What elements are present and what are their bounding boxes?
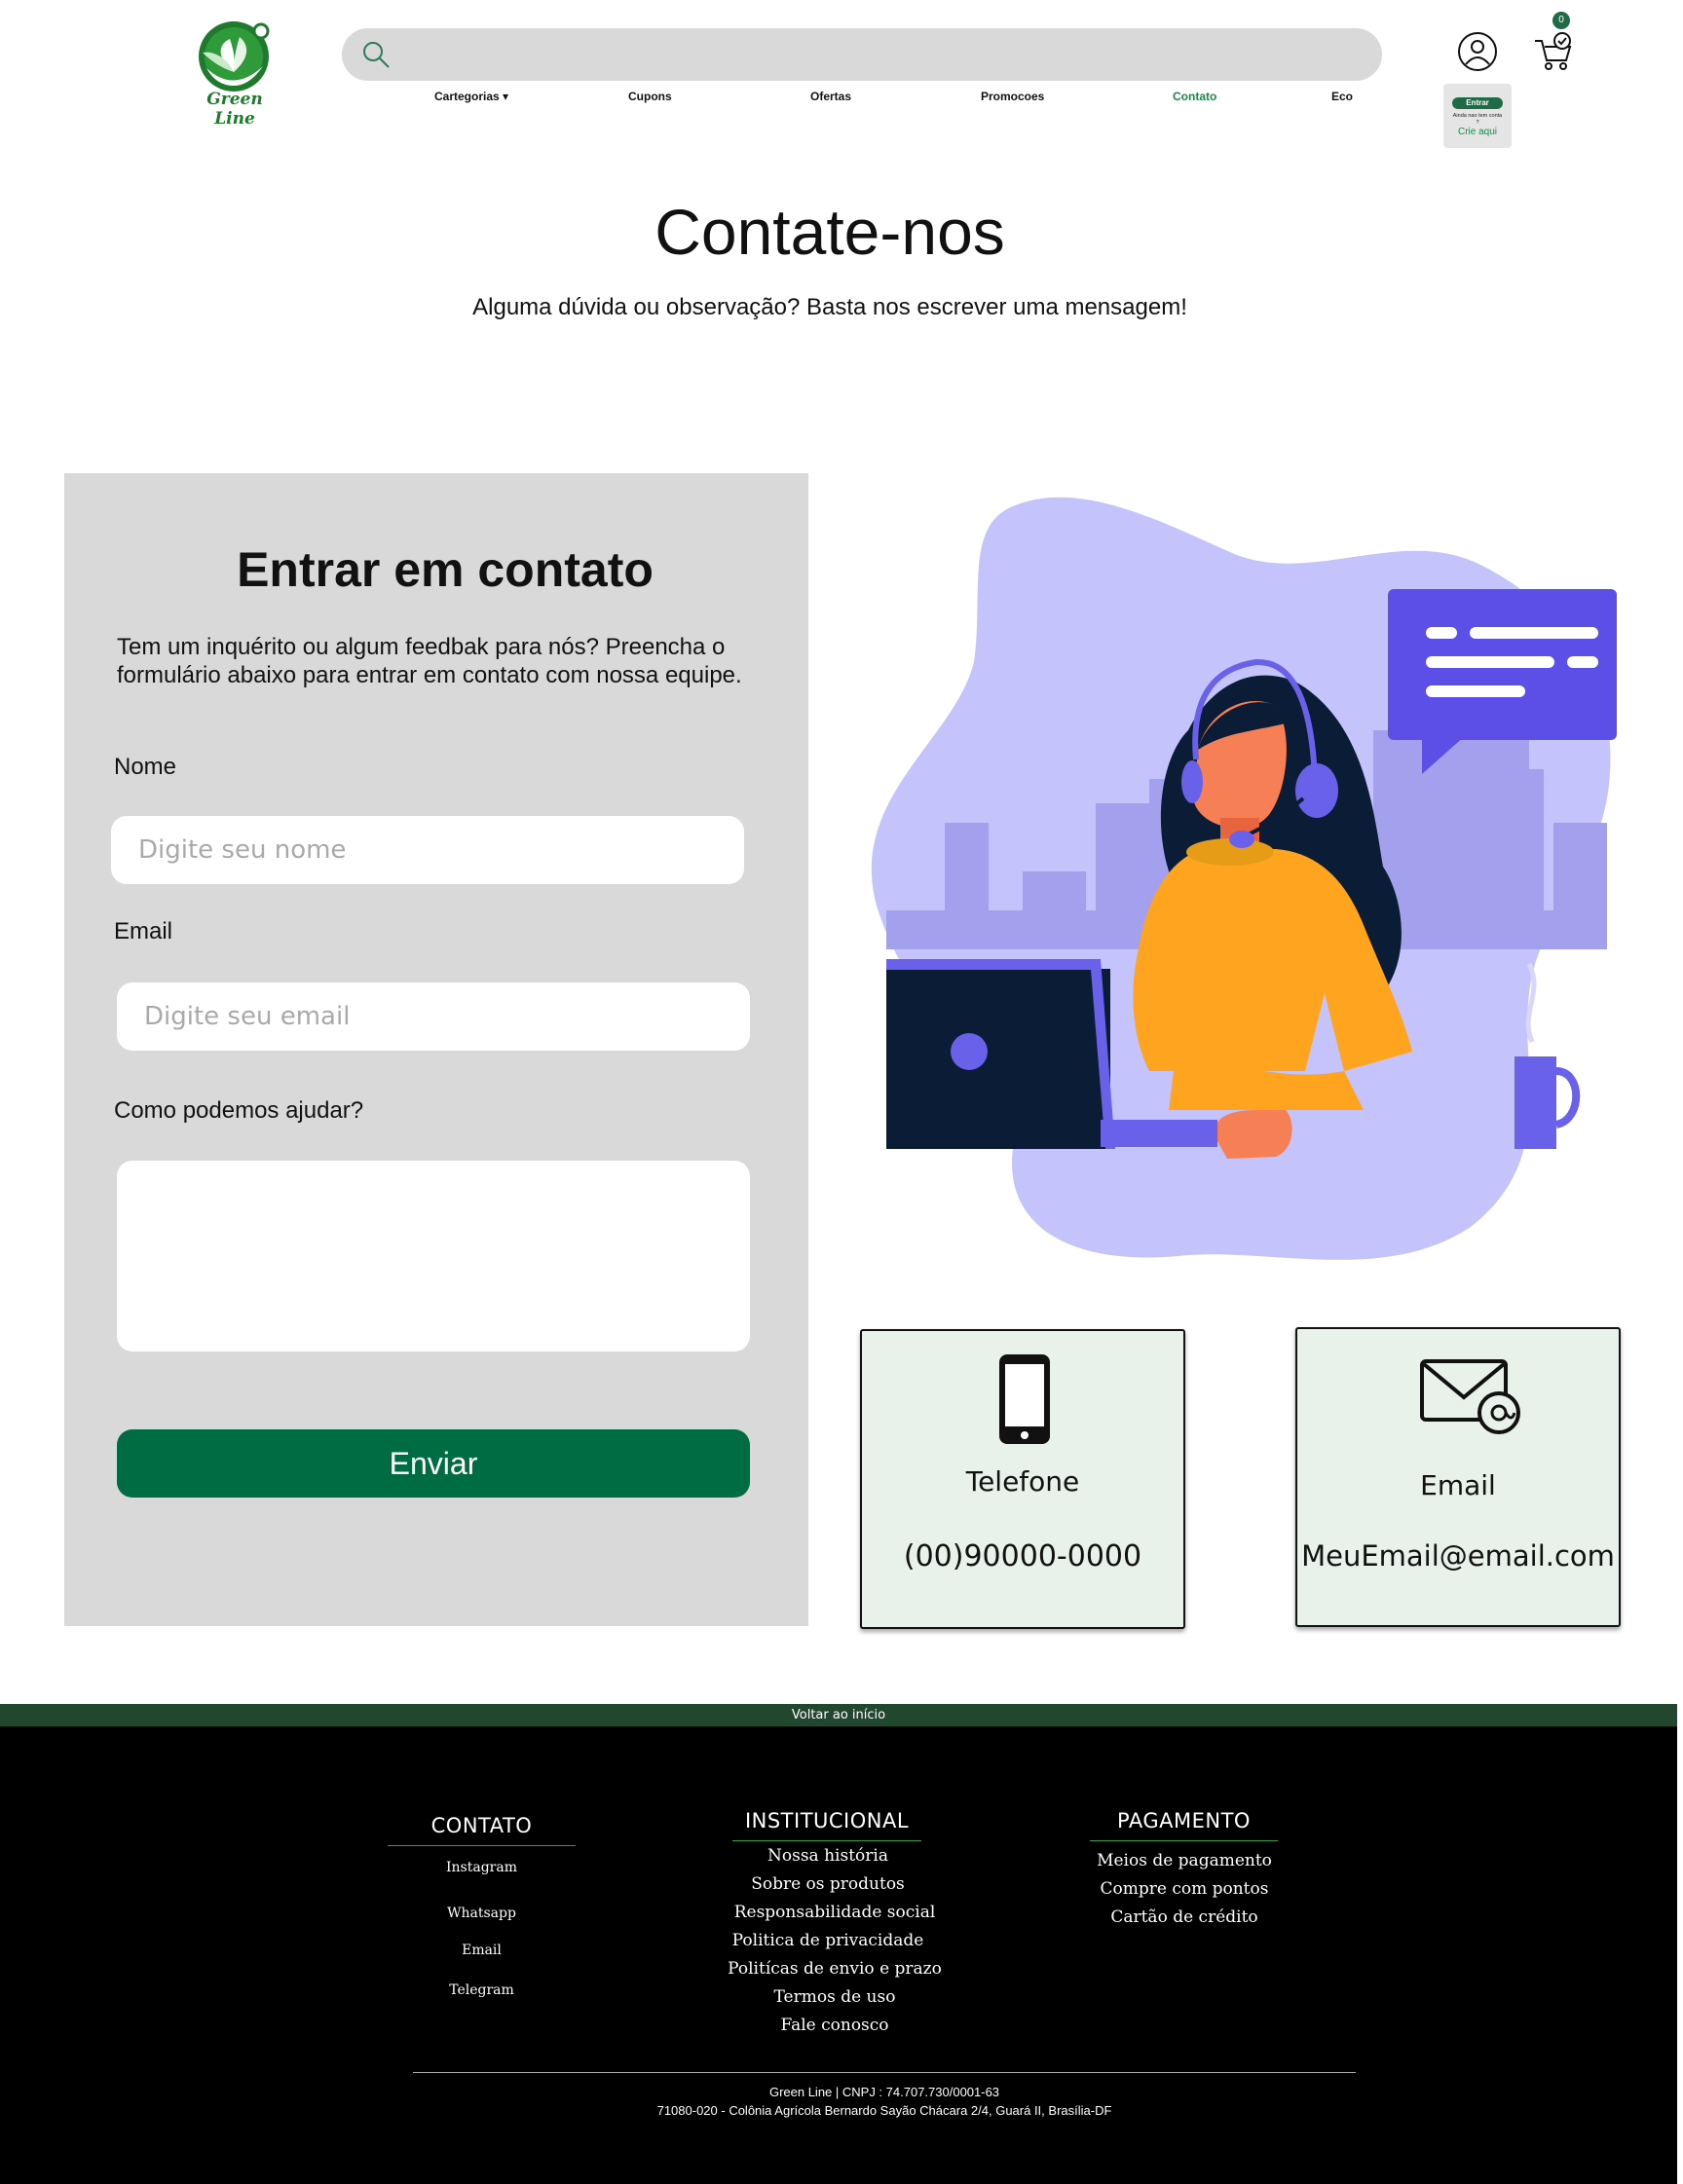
footer-address: 71080-020 - Colônia Agrícola Bernardo Sa… bbox=[656, 2103, 1112, 2118]
form-title: Entrar em contato bbox=[237, 542, 654, 597]
footer-link-envio[interactable]: Politícas de envio e prazo bbox=[689, 1959, 981, 1979]
footer-link-email[interactable]: Email bbox=[388, 1943, 576, 1958]
send-button[interactable]: Enviar bbox=[117, 1429, 750, 1498]
name-field[interactable] bbox=[111, 816, 744, 884]
phone-card: Telefone (00)90000-0000 bbox=[860, 1329, 1185, 1629]
nav-cartegorias[interactable]: Cartegorias ▾ bbox=[434, 90, 508, 103]
user-account-icon[interactable] bbox=[1457, 31, 1498, 72]
footer-pagamento-title: PAGAMENTO bbox=[1117, 1809, 1251, 1832]
login-popover: Entrar Ainda nao tem conta ? Crie aqui bbox=[1443, 84, 1512, 148]
page-title: Contate-nos bbox=[654, 196, 1005, 268]
footer-separator bbox=[413, 2072, 1356, 2073]
help-label: Como podemos ajudar? bbox=[114, 1097, 364, 1124]
footer-link-fale-conosco[interactable]: Fale conosco bbox=[689, 2016, 981, 2035]
email-field[interactable] bbox=[117, 982, 750, 1051]
footer-link-privacidade[interactable]: Politica de privacidade bbox=[682, 1931, 974, 1950]
footer-link-telegram[interactable]: Telegram bbox=[388, 1982, 576, 1998]
login-button[interactable]: Entrar bbox=[1452, 97, 1503, 109]
footer-institucional-title: INSTITUCIONAL bbox=[744, 1809, 910, 1832]
footer-link-instagram[interactable]: Instagram bbox=[388, 1860, 576, 1875]
page-subtitle: Alguma dúvida ou observação? Basta nos e… bbox=[472, 294, 1187, 320]
nav-contato[interactable]: Contato bbox=[1173, 90, 1216, 103]
cart-icon[interactable] bbox=[1533, 27, 1574, 72]
footer-link-cartao[interactable]: Cartão de crédito bbox=[1038, 1907, 1330, 1927]
footer-link-pontos[interactable]: Compre com pontos bbox=[1038, 1879, 1330, 1899]
mail-at-icon bbox=[1419, 1358, 1524, 1436]
name-label: Nome bbox=[114, 754, 177, 780]
email-label: Email bbox=[114, 918, 173, 944]
support-agent-illustration bbox=[857, 487, 1627, 1266]
back-to-top-link[interactable]: Voltar ao início bbox=[0, 1704, 1677, 1726]
footer-divider bbox=[1090, 1840, 1278, 1841]
logo-text: Green Line bbox=[206, 90, 263, 129]
footer-link-termos[interactable]: Termos de uso bbox=[689, 1987, 981, 2007]
nav-cupons[interactable]: Cupons bbox=[628, 90, 672, 103]
login-note: Ainda nao tem conta ? bbox=[1452, 113, 1503, 126]
phone-icon bbox=[997, 1352, 1052, 1446]
email-card-title: Email bbox=[1420, 1469, 1496, 1501]
footer-contato-title: CONTATO bbox=[430, 1814, 533, 1837]
email-card-value[interactable]: MeuEmail@email.com bbox=[1297, 1539, 1619, 1573]
footer-divider bbox=[732, 1840, 921, 1841]
footer-link-responsabilidade[interactable]: Responsabilidade social bbox=[689, 1903, 981, 1922]
footer-link-meios-pagamento[interactable]: Meios de pagamento bbox=[1038, 1851, 1330, 1870]
email-card: Email MeuEmail@email.com bbox=[1295, 1327, 1621, 1627]
form-description: Tem um inquérito ou algum feedbak para n… bbox=[117, 634, 742, 688]
nav-promocoes[interactable]: Promocoes bbox=[981, 90, 1044, 103]
footer-link-historia[interactable]: Nossa história bbox=[682, 1846, 974, 1866]
message-field[interactable] bbox=[117, 1161, 750, 1351]
cart-count-badge: 0 bbox=[1552, 12, 1570, 29]
phone-title: Telefone bbox=[965, 1465, 1080, 1498]
footer-link-produtos[interactable]: Sobre os produtos bbox=[682, 1874, 974, 1894]
footer-divider bbox=[388, 1845, 576, 1846]
phone-value[interactable]: (00)90000-0000 bbox=[862, 1539, 1183, 1573]
contact-form-panel: Entrar em contato Tem um inquérito ou al… bbox=[64, 473, 808, 1626]
signup-link[interactable]: Crie aqui bbox=[1443, 127, 1512, 137]
search-icon bbox=[361, 40, 391, 69]
search-bar[interactable] bbox=[342, 28, 1382, 81]
footer-copyright: Green Line | CNPJ : 74.707.730/0001-63 bbox=[768, 2085, 1000, 2099]
footer-link-whatsapp[interactable]: Whatsapp bbox=[388, 1906, 576, 1921]
nav-eco[interactable]: Eco bbox=[1331, 90, 1353, 103]
nav-ofertas[interactable]: Ofertas bbox=[810, 90, 851, 103]
